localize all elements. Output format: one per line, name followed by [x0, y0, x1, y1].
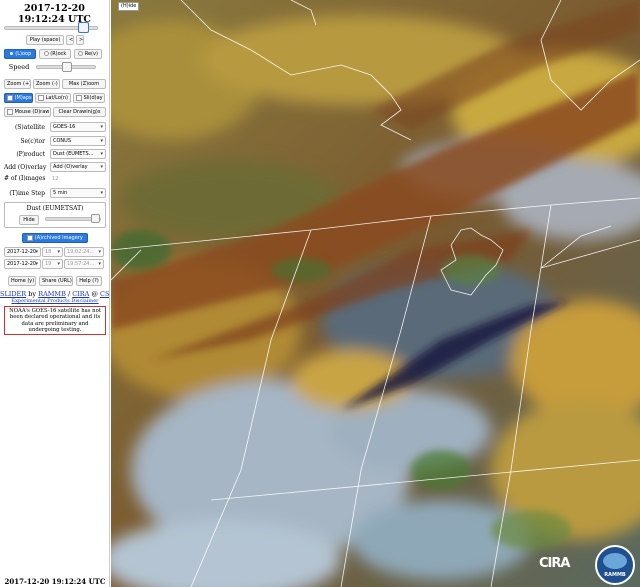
current-time: 19:12:24 UTC: [18, 14, 91, 25]
archive-end-time[interactable]: 19:57:24…: [64, 259, 104, 269]
bottom-timestamp: 2017-12-20 19:12:24 UTC: [4, 577, 106, 586]
cira-logo-text: CIRA: [539, 556, 570, 571]
speed-label: Speed: [8, 63, 30, 71]
product-hide-button[interactable]: Hide: [19, 215, 39, 225]
maps-checkbox: [7, 94, 13, 101]
slider-toggle[interactable]: Sli(d)ay: [73, 93, 105, 103]
rock-button[interactable]: (R)ock: [39, 49, 71, 59]
timestep-label: (T)ime Step: [9, 189, 45, 197]
rock-label: (R)ock: [50, 51, 67, 57]
product-select[interactable]: Dust (EUMETS…: [50, 149, 106, 159]
archived-imagery-toggle[interactable]: (A)rchived Imagery: [22, 233, 88, 243]
rammb-logo-globe: [603, 553, 627, 569]
zoom-in-button[interactable]: Zoom (+): [4, 79, 31, 89]
zoom-out-button[interactable]: Zoom (-): [33, 79, 60, 89]
noaa-notice: NOAA's GOES-16 satellite has not been de…: [4, 306, 106, 336]
mouse-draw-label: Mouse (D)raw: [14, 109, 50, 115]
help-button[interactable]: Help (?): [76, 276, 102, 286]
num-images-label: # of (I)mages: [4, 175, 46, 182]
archive-start-time[interactable]: 19:02:24…: [64, 247, 104, 257]
satellite-label: (S)atellite: [14, 123, 45, 131]
credits-by: by: [28, 290, 37, 298]
loop-button[interactable]: (L)oop: [4, 49, 36, 59]
credits-at: @: [91, 290, 98, 298]
frame-slider-thumb[interactable]: [78, 22, 89, 33]
archived-label: (A)rchived Imagery: [34, 235, 83, 241]
rammb-link[interactable]: RAMMB: [38, 290, 66, 298]
slider-label: Sli(d)ay: [83, 95, 103, 101]
credits-line: SLIDER by RAMMB / CIRA @ CSU: [0, 290, 109, 298]
reverse-button[interactable]: Re(v): [74, 49, 102, 59]
play-button[interactable]: Play (space): [26, 35, 64, 45]
csu-link[interactable]: CSU: [100, 290, 109, 298]
rammb-logo: RAMMB: [595, 545, 635, 585]
overlay-label: Add (O)verlay: [4, 163, 47, 171]
reverse-radio: [78, 51, 84, 56]
hide-panel-button[interactable]: (H)ide: [118, 2, 140, 11]
product-box-title: Dust (EUMETSAT): [26, 205, 84, 212]
rock-radio: [43, 51, 49, 56]
num-images-input[interactable]: 12: [50, 176, 58, 182]
mouse-draw-toggle[interactable]: Mouse (D)raw: [4, 107, 51, 117]
latlon-label: Lat/Lo(n): [45, 95, 68, 101]
opacity-slider-thumb[interactable]: [91, 214, 100, 223]
timestep-select[interactable]: 5 min: [50, 188, 106, 198]
mouse-draw-checkbox: [7, 108, 13, 115]
slider-link[interactable]: SLIDER: [0, 290, 26, 298]
archive-end-hour[interactable]: 19: [42, 259, 63, 269]
current-date: 2017-12-20: [24, 3, 85, 14]
loop-radio: [8, 51, 14, 56]
prev-frame-button[interactable]: <: [66, 35, 74, 45]
product-info-box: Dust (EUMETSAT) Hide: [4, 202, 106, 228]
satellite-select[interactable]: GOES-16: [50, 122, 106, 132]
archive-end-date[interactable]: 2017-12-20: [4, 259, 41, 269]
share-url-button[interactable]: Share (URL): [39, 276, 73, 286]
archive-start-hour[interactable]: 18: [42, 247, 63, 257]
maps-toggle[interactable]: (M)aps: [4, 93, 33, 103]
credits-slash: /: [67, 290, 71, 298]
speed-slider[interactable]: [36, 62, 96, 72]
speed-slider-thumb[interactable]: [62, 62, 72, 72]
loop-label: (L)oop: [15, 51, 32, 57]
max-zoom-button[interactable]: Max (Z)oom: [62, 79, 106, 89]
disclaimer-link[interactable]: Experimental Products Disclaimer: [0, 298, 109, 304]
archive-start-date[interactable]: 2017-12-20: [4, 247, 41, 257]
satellite-image-viewer[interactable]: CIRA RAMMB: [111, 0, 640, 587]
sector-label: Se(c)tor: [20, 137, 45, 145]
latlon-checkbox: [38, 94, 45, 101]
cira-logo: CIRA: [539, 556, 570, 571]
sector-select[interactable]: CONUS: [50, 136, 106, 146]
archived-checkbox: [27, 234, 34, 241]
next-frame-button[interactable]: >: [76, 35, 84, 45]
latlon-toggle[interactable]: Lat/Lo(n): [35, 93, 71, 103]
reverse-label: Re(v): [84, 51, 98, 57]
control-sidebar: 2017-12-20 19:12:24 UTC Play (space) < >…: [0, 0, 110, 587]
overlay-select[interactable]: Add (O)verlay: [50, 162, 106, 172]
dust-rgb-imagery: [111, 0, 640, 587]
slider-checkbox: [76, 94, 82, 101]
cira-link[interactable]: CIRA: [72, 290, 89, 298]
maps-label: (M)aps: [14, 95, 32, 101]
rammb-logo-text: RAMMB: [604, 572, 626, 578]
clear-drawings-button[interactable]: Clear Drawin(g)s: [53, 107, 106, 117]
home-button[interactable]: Home (y): [8, 276, 36, 286]
product-label: (P)roduct: [16, 150, 45, 158]
